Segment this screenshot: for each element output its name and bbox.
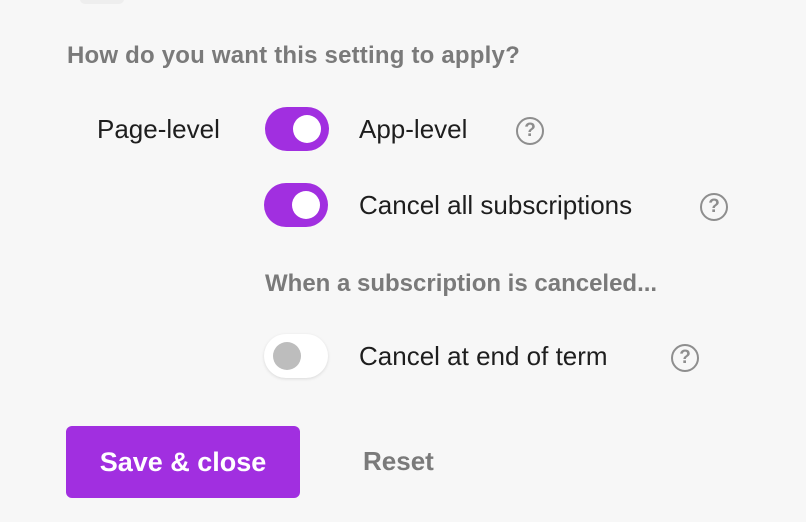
page-level-label: Page-level — [97, 114, 220, 144]
scope-toggle[interactable] — [265, 107, 329, 151]
settings-panel: How do you want this setting to apply? P… — [0, 0, 806, 522]
save-and-close-button[interactable]: Save & close — [66, 426, 300, 498]
toggle-knob — [293, 115, 321, 143]
question-mark-icon[interactable]: ? — [516, 117, 544, 145]
toggle-knob — [273, 342, 301, 370]
cancellation-subheading: When a subscription is canceled... — [265, 270, 658, 297]
toggle-knob — [292, 191, 320, 219]
app-level-label: App-level — [359, 114, 468, 144]
cancel-at-end-of-term-toggle[interactable] — [264, 334, 328, 378]
section-question: How do you want this setting to apply? — [67, 42, 520, 69]
question-mark-icon[interactable]: ? — [700, 193, 728, 221]
cancel-at-end-of-term-label: Cancel at end of term — [359, 341, 608, 371]
cancel-all-subscriptions-toggle[interactable] — [264, 183, 328, 227]
reset-button[interactable]: Reset — [363, 446, 434, 477]
question-mark-icon[interactable]: ? — [671, 344, 699, 372]
top-divider — [80, 0, 124, 4]
cancel-all-subscriptions-label: Cancel all subscriptions — [359, 190, 633, 220]
